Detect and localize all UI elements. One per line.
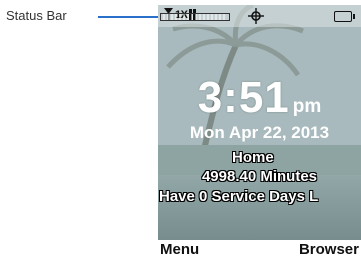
clock-time: 3:51 bbox=[197, 73, 290, 122]
browser-softkey[interactable]: Browser bbox=[299, 241, 359, 258]
menu-softkey[interactable]: Menu bbox=[160, 241, 199, 258]
clock-ampm: pm bbox=[292, 96, 322, 117]
date-display: Mon Apr 22, 2013 bbox=[189, 123, 330, 142]
battery-icon bbox=[334, 11, 355, 22]
softkey-bar: Menu Browser bbox=[158, 240, 361, 262]
service-days-line: Have 0 Service Days L bbox=[159, 188, 319, 205]
carrier-logo bbox=[160, 13, 230, 21]
clock-display: 3:51 pm bbox=[158, 73, 361, 123]
phone-screen: 1X 3:51 pm Mon Apr 22, 2013 Home 4998.40 … bbox=[158, 5, 361, 262]
callout-line bbox=[98, 16, 158, 18]
status-bar-callout-label: Status Bar bbox=[6, 8, 67, 23]
carrier-line: Home bbox=[232, 149, 274, 166]
minutes-line: 4998.40 Minutes bbox=[201, 168, 318, 185]
gps-icon bbox=[248, 8, 264, 24]
